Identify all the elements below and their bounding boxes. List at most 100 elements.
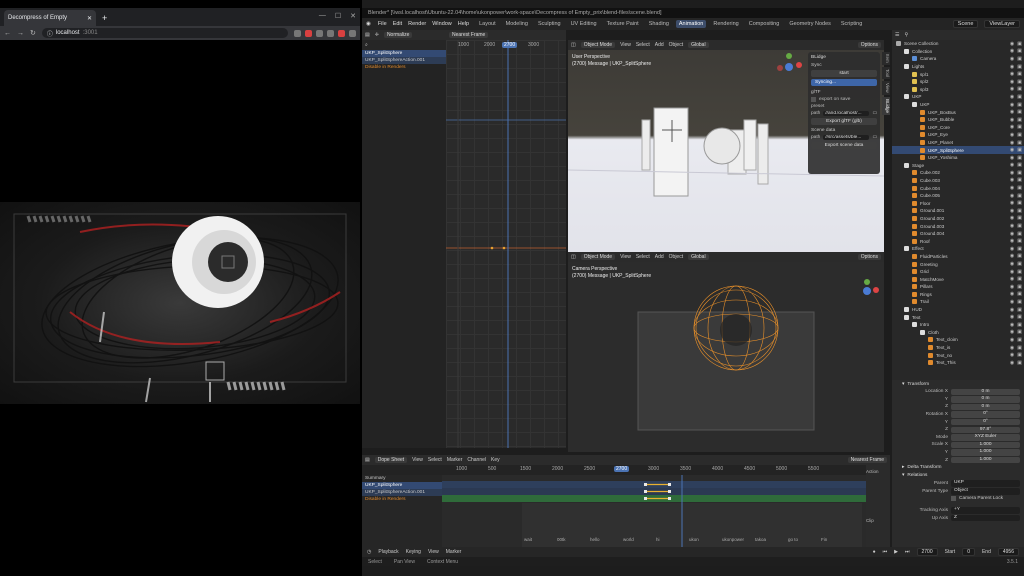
outliner-item[interactable]: Ground.002 ◉ ▣: [892, 215, 1024, 223]
outliner-item[interactable]: Text ◉ ▣: [892, 313, 1024, 321]
workspace-tab[interactable]: Modeling: [503, 20, 531, 28]
prop-value-field[interactable]: 1.000: [951, 456, 1020, 464]
camera-icon[interactable]: ▣: [1017, 132, 1022, 138]
checkbox[interactable]: [811, 97, 816, 102]
camera-icon[interactable]: ▣: [1017, 79, 1022, 85]
eye-icon[interactable]: ◉: [1010, 200, 1014, 206]
outliner-icon[interactable]: ☰: [895, 32, 899, 38]
dope-channel[interactable]: UKP_SplitSphereAction.001: [362, 489, 442, 496]
outliner-item[interactable]: Cloth ◉ ▣: [892, 329, 1024, 337]
eye-icon[interactable]: ◉: [1010, 155, 1014, 161]
outliner-item[interactable]: UKP_SplitSphere ◉ ▣: [892, 146, 1024, 154]
camera-icon[interactable]: ▣: [1017, 155, 1022, 161]
eye-icon[interactable]: ◉: [1010, 238, 1014, 244]
prop-value-field[interactable]: 0°: [951, 418, 1020, 426]
eye-icon[interactable]: ◉: [1010, 223, 1014, 229]
camera-icon[interactable]: ▣: [1017, 215, 1022, 221]
tab-blidge[interactable]: BLidge: [882, 96, 890, 115]
up-axis-dropdown[interactable]: Z: [951, 514, 1020, 522]
outliner-item[interactable]: Rings ◉ ▣: [892, 291, 1024, 299]
eye-icon[interactable]: ◉: [1010, 208, 1014, 214]
outliner-item[interactable]: Cube.005 ◉ ▣: [892, 192, 1024, 200]
outliner-item[interactable]: Text_no ◉ ▣: [892, 351, 1024, 359]
prop-value-field[interactable]: 0 m: [951, 396, 1020, 403]
camera-icon[interactable]: ▣: [1017, 291, 1022, 297]
minimize-icon[interactable]: —: [319, 12, 326, 20]
camera-icon[interactable]: ▣: [1017, 307, 1022, 313]
camera-icon[interactable]: ▣: [1017, 208, 1022, 214]
folder-icon[interactable]: ▭: [872, 135, 877, 140]
outliner-item[interactable]: spl1 ◉ ▣: [892, 70, 1024, 78]
camera-icon[interactable]: ▣: [1017, 284, 1022, 290]
profile-avatar[interactable]: [338, 29, 345, 37]
options-button[interactable]: Options: [857, 42, 881, 48]
dope-mode-dropdown[interactable]: Dope Sheet: [374, 457, 408, 463]
sidepanel-icon[interactable]: [327, 29, 334, 37]
outliner-item[interactable]: Effect ◉ ▣: [892, 245, 1024, 253]
prop-value-field[interactable]: 0 m: [951, 403, 1020, 411]
vp-menu-item[interactable]: Object: [669, 254, 683, 260]
eye-icon[interactable]: ◉: [1010, 109, 1014, 115]
outliner-item[interactable]: Intro ◉ ▣: [892, 321, 1024, 329]
eye-icon[interactable]: ◉: [1010, 102, 1014, 108]
outliner-item[interactable]: UKP_Planet ◉ ▣: [892, 139, 1024, 147]
dope-interp-dropdown[interactable]: Nearest Frame: [847, 457, 887, 463]
export-on-save-checkbox[interactable]: export on save: [811, 97, 877, 102]
gltf-path-field[interactable]: //and.localhost/...: [823, 111, 870, 116]
graph-area[interactable]: [446, 40, 566, 448]
camera-icon[interactable]: ▣: [1017, 140, 1022, 146]
camera-icon[interactable]: ▣: [1017, 117, 1022, 123]
editor-type-icon[interactable]: ▤: [365, 32, 370, 38]
eye-icon[interactable]: ◉: [1010, 48, 1014, 54]
eye-icon[interactable]: ◉: [1010, 140, 1014, 146]
eye-icon[interactable]: ◉: [1010, 162, 1014, 168]
camera-icon[interactable]: ▣: [1017, 322, 1022, 328]
eye-icon[interactable]: ◉: [1010, 314, 1014, 320]
record-icon[interactable]: ●: [873, 549, 876, 555]
dope-menu-item[interactable]: Channel: [467, 457, 486, 463]
marker-menu[interactable]: Marker: [446, 549, 462, 555]
eye-icon[interactable]: ◉: [1010, 71, 1014, 77]
parent-field[interactable]: UKP: [951, 480, 1020, 487]
camera-icon[interactable]: ▣: [1017, 162, 1022, 168]
tab-view[interactable]: View: [882, 81, 890, 95]
graph-channel[interactable]: UKP_SplitSphere: [362, 50, 446, 57]
eye-icon[interactable]: ◉: [1010, 41, 1014, 47]
graph-channel[interactable]: UKP_SplitSphereAction.001: [362, 57, 446, 64]
back-icon[interactable]: ←: [4, 30, 11, 37]
parent-type-dropdown[interactable]: Object: [951, 488, 1020, 495]
dope-channel[interactable]: Disable in Renders: [362, 496, 442, 503]
tracking-dropdown[interactable]: +Y: [951, 507, 1020, 514]
workspace-tab[interactable]: Sculpting: [535, 20, 564, 28]
vp-menu-item[interactable]: Select: [636, 254, 650, 260]
dope-channel[interactable]: UKP_SplitSphere: [362, 482, 442, 489]
camera-icon[interactable]: ▣: [1017, 246, 1022, 252]
eye-icon[interactable]: ◉: [1010, 307, 1014, 313]
delta-section[interactable]: ▸ Delta Transform: [892, 464, 1024, 472]
workspace-tab[interactable]: Shading: [646, 20, 672, 28]
camera-icon[interactable]: ▣: [1017, 238, 1022, 244]
camera-icon[interactable]: ▣: [1017, 56, 1022, 62]
relations-section[interactable]: ▾ Relations: [892, 472, 1024, 480]
outliner-item[interactable]: Ground.003 ◉ ▣: [892, 222, 1024, 230]
camera-icon[interactable]: ▣: [1017, 223, 1022, 229]
marker[interactable]: takoa: [753, 537, 768, 542]
clock-icon[interactable]: ◷: [367, 549, 371, 555]
prop-value-field[interactable]: 0 m: [951, 388, 1020, 396]
jump-start-icon[interactable]: ⏮: [883, 549, 888, 555]
prop-value-field[interactable]: 1.000: [951, 441, 1020, 449]
outliner-item[interactable]: Cube.003 ◉ ▣: [892, 177, 1024, 185]
outliner-item[interactable]: MatchMove ◉ ▣: [892, 275, 1024, 283]
start-button[interactable]: start: [811, 70, 877, 77]
vp-menu-item[interactable]: View: [620, 254, 631, 260]
vp-menu-item[interactable]: Add: [655, 254, 664, 260]
share-icon[interactable]: [294, 29, 301, 37]
graph-channel[interactable]: Disable in Renders: [362, 64, 446, 71]
menu-item[interactable]: Render: [408, 21, 426, 27]
prop-value-field[interactable]: 97.8°: [951, 426, 1020, 434]
normalize-toggle[interactable]: Normalize: [383, 32, 413, 38]
camera-icon[interactable]: ▣: [1017, 276, 1022, 282]
camera-icon[interactable]: ▣: [1017, 345, 1022, 351]
mode-dropdown[interactable]: Object Mode: [580, 254, 616, 260]
camera-icon[interactable]: ▣: [1017, 269, 1022, 275]
